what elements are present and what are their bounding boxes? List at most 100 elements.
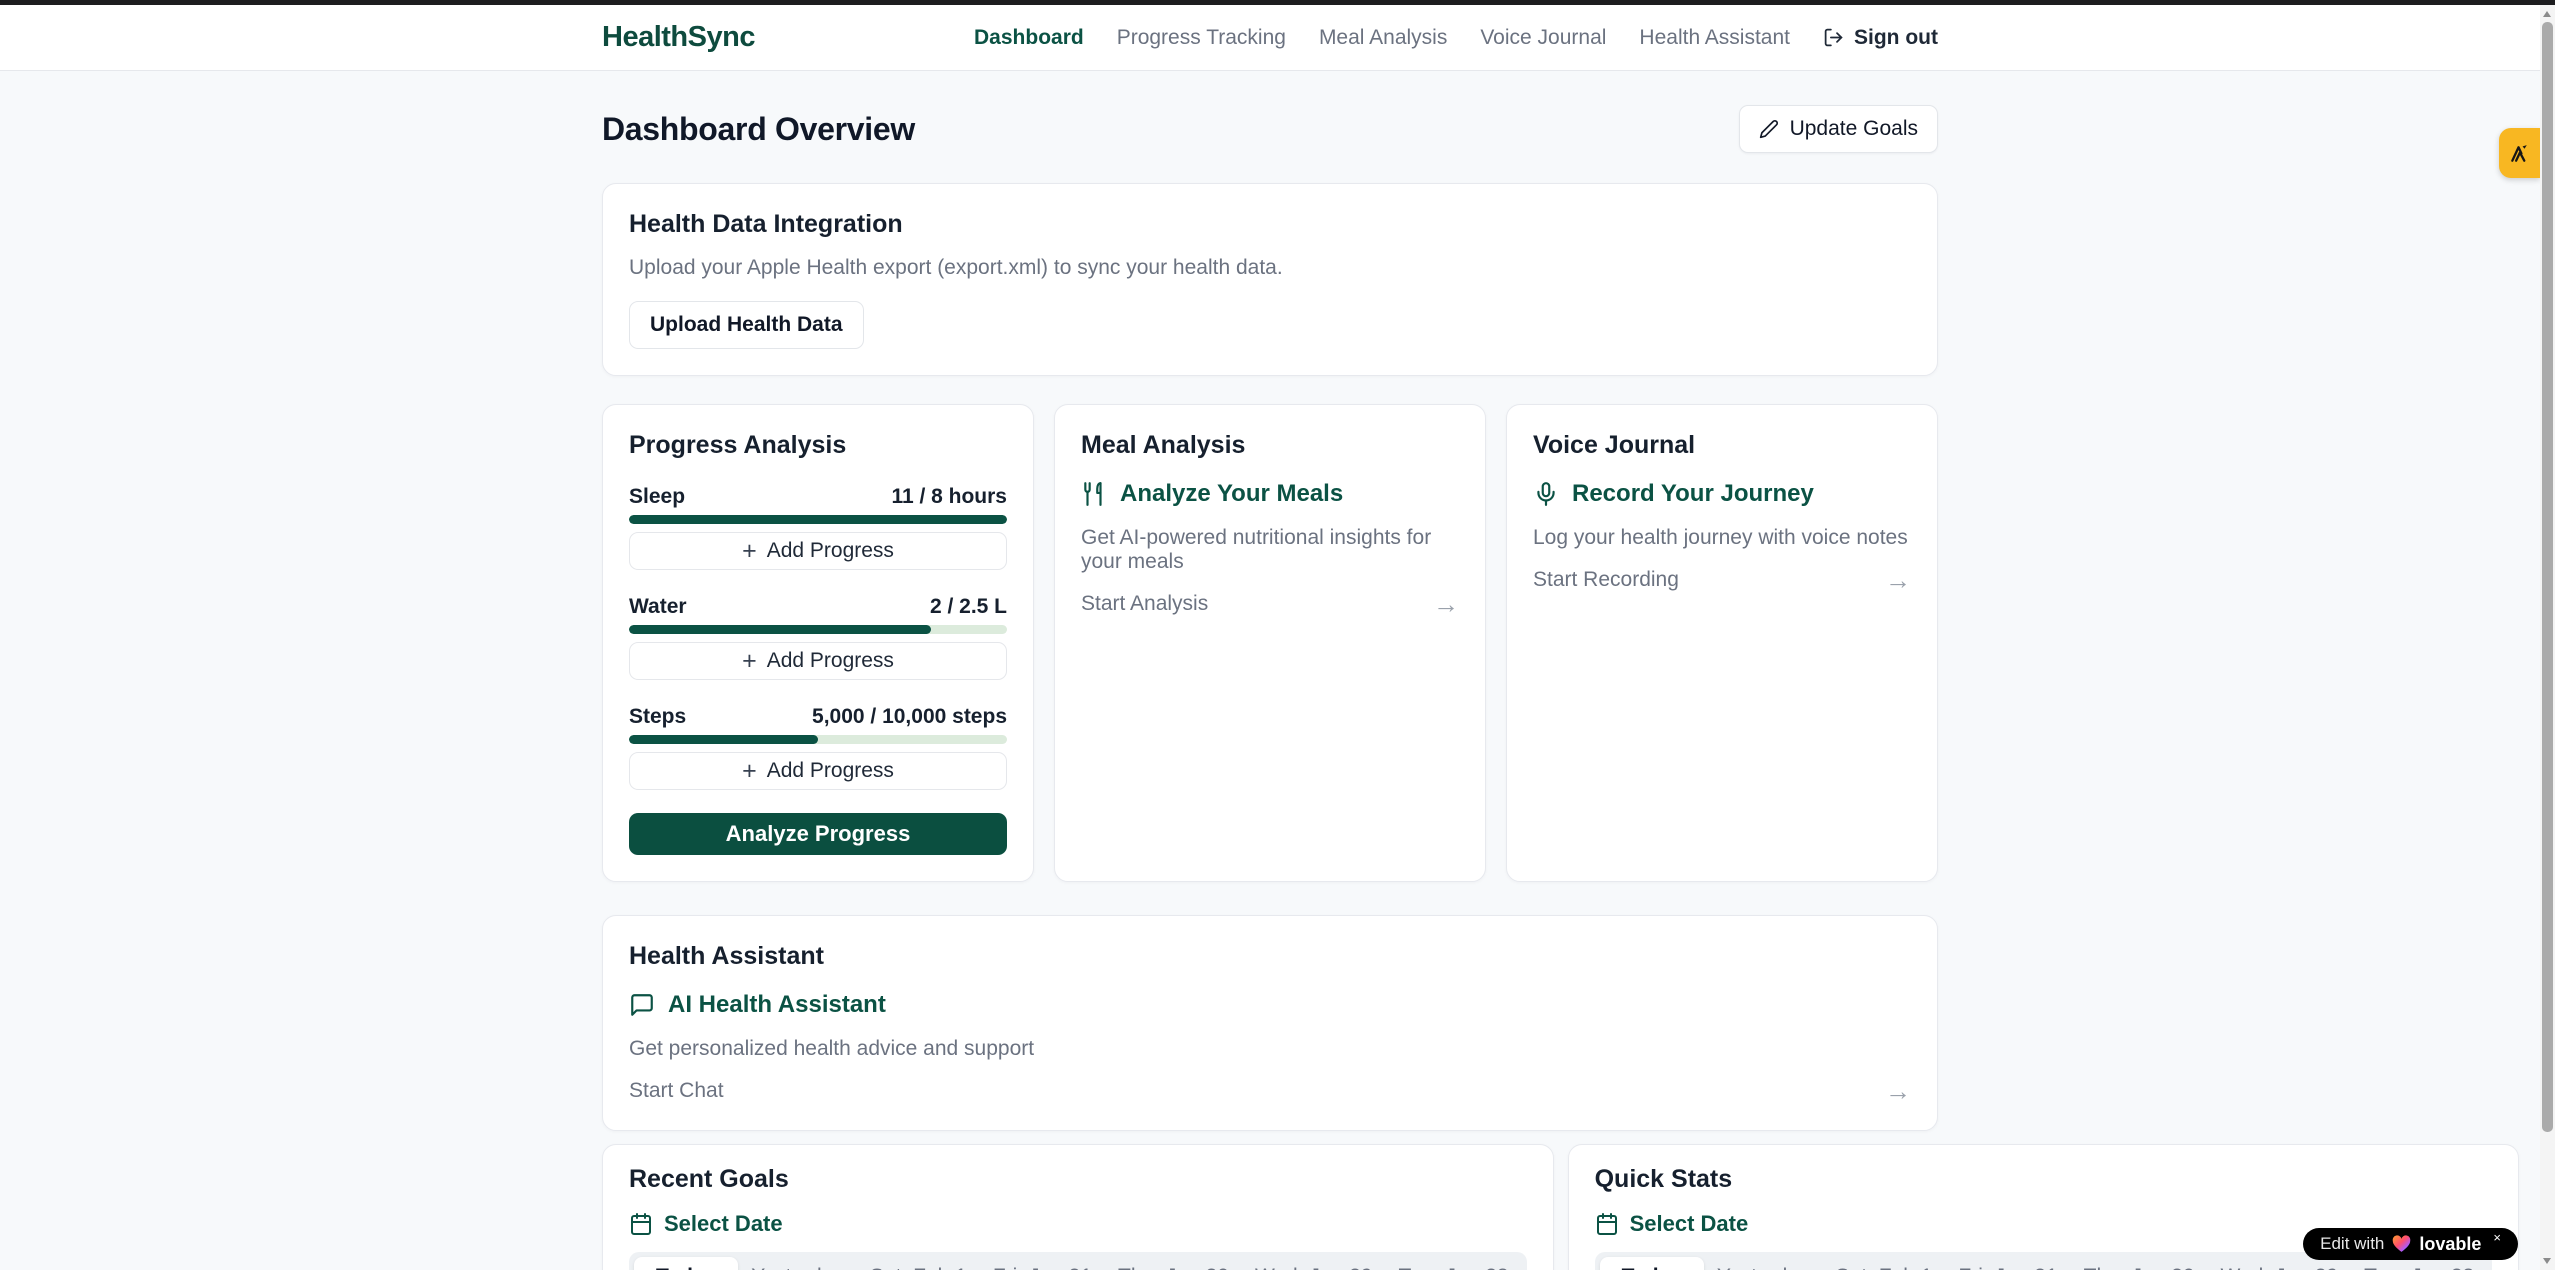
start-chat-label: Start Chat — [629, 1079, 724, 1103]
main-content: Dashboard Overview Update Goals Health D… — [602, 105, 1938, 1270]
bottom-cards-row: Recent Goals Select Date Today Yesterday… — [602, 1144, 1938, 1270]
date-tab-yesterday[interactable]: Yesterday — [738, 1257, 857, 1270]
update-goals-button[interactable]: Update Goals — [1739, 105, 1938, 153]
progress-bar-fill — [629, 625, 931, 634]
record-your-journey-label: Record Your Journey — [1572, 480, 1814, 508]
date-tab[interactable]: Sat, Feb 1 — [1823, 1257, 1946, 1270]
add-progress-label: Add Progress — [767, 759, 894, 783]
microphone-icon — [1533, 481, 1559, 507]
feature-cards-row: Progress Analysis Sleep 11 / 8 hours + A… — [602, 404, 1938, 882]
scrollbar-thumb[interactable] — [2542, 22, 2553, 1132]
lovable-fab-button[interactable] — [2499, 128, 2540, 178]
metric-sleep: Sleep 11 / 8 hours + Add Progress — [629, 485, 1007, 570]
analyze-your-meals-label: Analyze Your Meals — [1120, 480, 1343, 508]
arrow-right-icon: → — [1885, 1078, 1911, 1104]
health-data-integration-card: Health Data Integration Upload your Appl… — [602, 183, 1938, 376]
start-recording-link[interactable]: Start Recording → — [1533, 567, 1911, 593]
nav-item-health-assistant[interactable]: Health Assistant — [1639, 26, 1790, 50]
lovable-logo-icon — [2508, 142, 2531, 165]
metric-value: 11 / 8 hours — [891, 485, 1007, 509]
date-tab-yesterday[interactable]: Yesterday — [1704, 1257, 1823, 1270]
date-tab[interactable]: Thu, Jan 30 — [2071, 1257, 2208, 1270]
scrollbar-up-arrow-icon[interactable] — [2543, 11, 2551, 17]
progress-bar-steps — [629, 735, 1007, 744]
arrow-right-icon: → — [1433, 591, 1459, 617]
goals-select-date-button[interactable]: Select Date — [629, 1211, 1527, 1237]
page-header: Dashboard Overview Update Goals — [602, 105, 1938, 153]
scrollbar-down-arrow-icon[interactable] — [2543, 1258, 2551, 1264]
metric-water: Water 2 / 2.5 L + Add Progress — [629, 595, 1007, 680]
metric-value: 5,000 / 10,000 steps — [812, 705, 1007, 729]
sign-out-button[interactable]: Sign out — [1823, 26, 1938, 50]
record-your-journey-link[interactable]: Record Your Journey — [1533, 480, 1911, 508]
log-out-icon — [1823, 27, 1844, 48]
nav-item-meal-analysis[interactable]: Meal Analysis — [1319, 26, 1447, 50]
start-analysis-link[interactable]: Start Analysis → — [1081, 591, 1459, 617]
progress-analysis-card: Progress Analysis Sleep 11 / 8 hours + A… — [602, 404, 1034, 882]
add-progress-water-button[interactable]: + Add Progress — [629, 642, 1007, 680]
pencil-icon — [1759, 119, 1779, 139]
add-progress-sleep-button[interactable]: + Add Progress — [629, 532, 1007, 570]
progress-bar-sleep — [629, 515, 1007, 524]
nav-item-dashboard[interactable]: Dashboard — [974, 26, 1084, 50]
analyze-progress-button[interactable]: Analyze Progress — [629, 813, 1007, 855]
date-tab[interactable]: Wed, Jan 29 — [1242, 1257, 1386, 1270]
chat-bubble-icon — [629, 992, 655, 1018]
add-progress-steps-button[interactable]: + Add Progress — [629, 752, 1007, 790]
metric-value: 2 / 2.5 L — [930, 595, 1007, 619]
ai-health-assistant-label: AI Health Assistant — [668, 991, 886, 1019]
ai-health-assistant-link[interactable]: AI Health Assistant — [629, 991, 1911, 1019]
plus-icon: + — [742, 649, 757, 674]
top-navigation-bar: HealthSync Dashboard Progress Tracking M… — [0, 5, 2540, 71]
voice-card-title: Voice Journal — [1533, 431, 1911, 460]
add-progress-label: Add Progress — [767, 649, 894, 673]
vertical-scrollbar[interactable] — [2540, 5, 2555, 1270]
app-logo[interactable]: HealthSync — [602, 21, 755, 54]
start-analysis-label: Start Analysis — [1081, 592, 1208, 616]
metric-label: Sleep — [629, 485, 685, 509]
integration-description: Upload your Apple Health export (export.… — [629, 256, 1911, 280]
metric-label: Water — [629, 595, 687, 619]
progress-bar-fill — [629, 515, 1007, 524]
meal-card-title: Meal Analysis — [1081, 431, 1459, 460]
integration-title: Health Data Integration — [629, 210, 1911, 239]
date-tab-today[interactable]: Today — [1600, 1257, 1704, 1270]
assistant-card-title: Health Assistant — [629, 942, 1911, 971]
upload-health-data-button[interactable]: Upload Health Data — [629, 301, 864, 349]
badge-brand-label: lovable — [2419, 1234, 2481, 1255]
recent-goals-title: Recent Goals — [629, 1165, 1527, 1194]
badge-close-icon[interactable]: × — [2493, 1230, 2501, 1245]
meal-description: Get AI-powered nutritional insights for … — [1081, 526, 1459, 574]
plus-icon: + — [742, 539, 757, 564]
goals-select-date-label: Select Date — [664, 1211, 783, 1237]
browser-viewport: HealthSync Dashboard Progress Tracking M… — [0, 5, 2540, 1270]
date-tab[interactable]: Sat, Feb 1 — [857, 1257, 980, 1270]
badge-prefix-label: Edit with — [2320, 1234, 2384, 1254]
metric-label: Steps — [629, 705, 686, 729]
date-tab[interactable]: Tue, Jan 28 — [1385, 1257, 1521, 1270]
start-recording-label: Start Recording — [1533, 568, 1679, 592]
progress-bar-water — [629, 625, 1007, 634]
edit-with-lovable-badge[interactable]: Edit with lovable × — [2303, 1228, 2518, 1260]
utensils-icon — [1081, 481, 1107, 507]
start-chat-link[interactable]: Start Chat → — [629, 1078, 1911, 1104]
calendar-icon — [629, 1212, 653, 1236]
nav-links: Dashboard Progress Tracking Meal Analysi… — [974, 26, 1938, 50]
nav-item-voice-journal[interactable]: Voice Journal — [1480, 26, 1606, 50]
analyze-your-meals-link[interactable]: Analyze Your Meals — [1081, 480, 1459, 508]
calendar-icon — [1595, 1212, 1619, 1236]
metric-steps: Steps 5,000 / 10,000 steps + Add Progres… — [629, 705, 1007, 790]
date-tab[interactable]: Thu, Jan 30 — [1105, 1257, 1242, 1270]
date-tab[interactable]: Fri, Jan 31 — [980, 1257, 1105, 1270]
stats-select-date-label: Select Date — [1630, 1211, 1749, 1237]
voice-journal-card: Voice Journal Record Your Journey Log yo… — [1506, 404, 1938, 882]
date-tab[interactable]: Fri, Jan 31 — [1945, 1257, 2070, 1270]
assistant-description: Get personalized health advice and suppo… — [629, 1037, 1911, 1061]
progress-bar-fill — [629, 735, 818, 744]
voice-description: Log your health journey with voice notes — [1533, 526, 1911, 550]
date-tab-today[interactable]: Today — [634, 1257, 738, 1270]
nav-item-progress-tracking[interactable]: Progress Tracking — [1117, 26, 1286, 50]
goals-date-tabs: Today Yesterday Sat, Feb 1 Fri, Jan 31 T… — [629, 1252, 1527, 1270]
window-top-edge — [0, 0, 2555, 5]
health-assistant-card: Health Assistant AI Health Assistant Get… — [602, 915, 1938, 1131]
